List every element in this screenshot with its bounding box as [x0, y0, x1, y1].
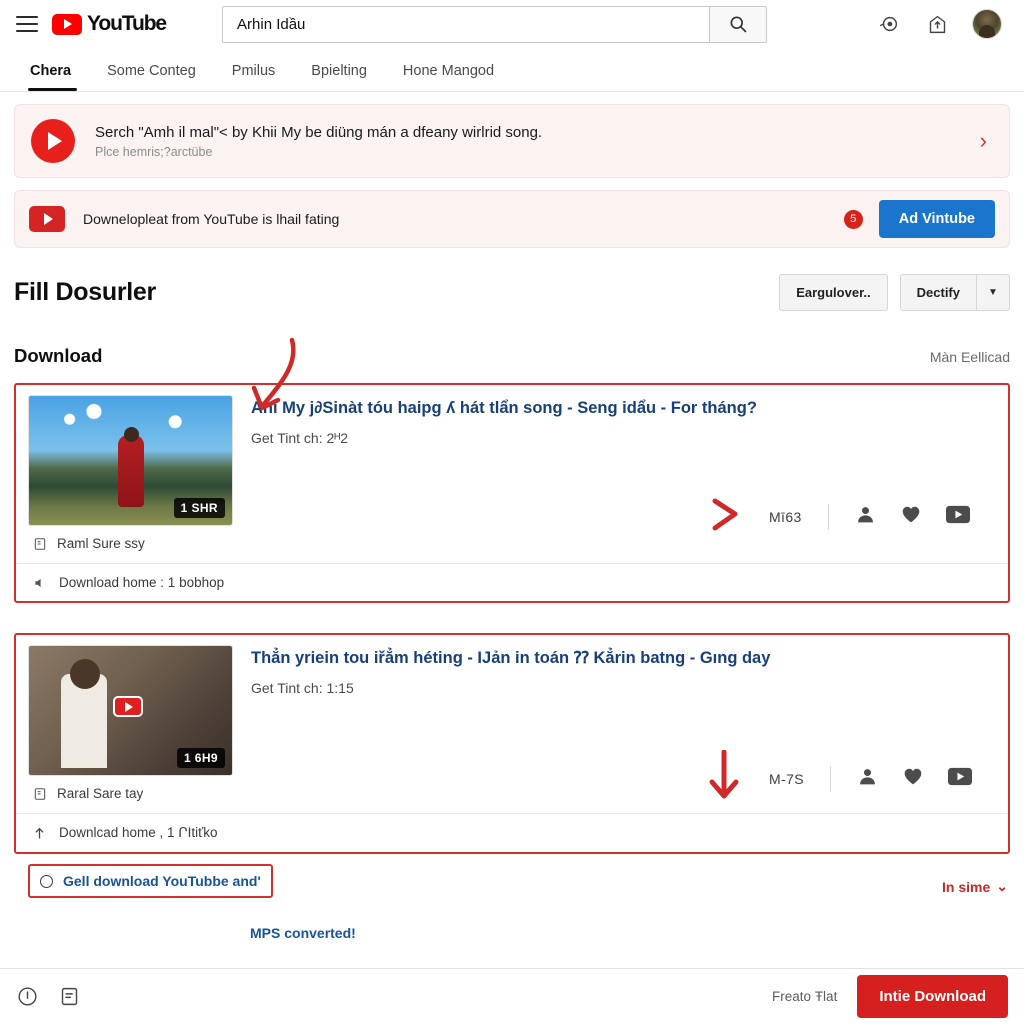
card-1-code: Mī63 [769, 508, 802, 525]
video-thumbnail[interactable]: 1 SHR [28, 395, 233, 526]
logo-text: YouTube [87, 12, 167, 35]
promo-banner-subtitle: Plce hemris;?arctübe [95, 144, 213, 159]
info-icon[interactable] [16, 986, 38, 1008]
footer-icons [16, 986, 80, 1008]
avatar[interactable] [972, 9, 1002, 39]
chevron-down-icon[interactable]: ▼ [976, 274, 1010, 311]
arrow-down-icon [705, 749, 743, 807]
card-2-actions: M-7S [705, 749, 973, 807]
divider [830, 765, 832, 792]
promo-banner-text: Serch "Amh il mal"< by Khii My be diüng … [95, 124, 980, 159]
tab-hone-mangod[interactable]: Hone Mangod [385, 63, 512, 91]
video-card-2[interactable]: 1 6H9 Thẳn yriein tou iřẳm héting - IJản… [14, 633, 1010, 854]
top-header: YouTube Arhin Idầu [0, 0, 1024, 48]
footer-note: Freato Ŧlat [772, 989, 838, 1004]
card-1-actions: Mī63 [705, 493, 970, 540]
youtube-logo[interactable]: YouTube [52, 12, 167, 36]
download-label: Download [14, 345, 103, 366]
note-icon[interactable] [58, 986, 80, 1008]
record-icon[interactable] [876, 11, 902, 37]
promo-banner[interactable]: Serch "Amh il mal"< by Khii My be diüng … [14, 104, 1010, 178]
youtube-icon[interactable] [948, 767, 973, 791]
page-title: Fill Dosurler [14, 278, 156, 306]
video-title[interactable]: Thẳn yriein tou iřẳm héting - IJản in to… [251, 647, 986, 670]
video-subtitle: Get Tint ch: 1:15 [251, 680, 354, 697]
radio-unchecked-icon[interactable] [40, 874, 53, 888]
video-meta-label: Raml Sure ssy [57, 536, 145, 551]
tab-chera[interactable]: Chera [16, 63, 89, 91]
card-1-action-icons [855, 504, 970, 530]
play-overlay-icon[interactable] [113, 696, 143, 717]
mp3-convert-label-rest: MPS converted! [250, 925, 356, 941]
dectify-button[interactable]: Dectify [899, 274, 976, 311]
youtube-icon[interactable] [945, 505, 970, 529]
person-icon[interactable] [855, 504, 876, 530]
tab-some-conteg[interactable]: Some Conteg [89, 63, 214, 91]
divider [827, 503, 829, 530]
video-foot-row: Download home : 1 bobhop [16, 563, 1008, 601]
video-foot-label: Download home : 1 bobhop [59, 575, 225, 590]
search-input[interactable]: Arhin Idầu [222, 5, 710, 43]
header-actions [876, 9, 1008, 39]
heart-icon[interactable] [902, 766, 924, 792]
in-sime-label: In sime [942, 878, 991, 895]
download-section-row: Download Màn Eellicad [14, 345, 1010, 367]
ad-banner: Downelopleat from YouTube is lhail fatin… [14, 190, 1010, 248]
mp3-convert-label[interactable]: Gell download YouTubbe and' [63, 873, 261, 889]
ad-badge: 5 [843, 209, 863, 229]
video-meta-label: Raral Sare tay [57, 786, 144, 801]
file-icon [32, 786, 47, 801]
in-sime-link[interactable]: In sime ⌄ [942, 878, 1008, 895]
section-header-actions: Eargulover.. Dectify ▼ [779, 274, 1010, 311]
intie-download-button[interactable]: Intie Download [857, 975, 1008, 1018]
mp3-convert-option[interactable]: Gell download YouTubbe and' [28, 864, 273, 898]
eargulover-button[interactable]: Eargulover.. [779, 274, 888, 311]
search-icon [730, 16, 747, 33]
person-icon[interactable] [857, 766, 878, 792]
video-thumbnail[interactable]: 1 6H9 [28, 645, 233, 776]
tab-pmilus[interactable]: Pmilus [214, 63, 294, 91]
duration-badge: 1 SHR [173, 498, 225, 518]
youtube-logo-icon [52, 13, 82, 35]
dectify-split-button: Dectify ▼ [899, 274, 1010, 311]
search-button[interactable] [709, 5, 768, 43]
play-circle-icon [31, 119, 75, 163]
video-foot-row: Downlcad home , 1 ՐItiťko [16, 813, 1008, 852]
speaker-icon [32, 575, 47, 590]
heart-icon[interactable] [900, 504, 922, 530]
card-2-action-icons [857, 766, 973, 792]
app-root: YouTube Arhin Idầu Chera Some Conteg Pmi… [0, 0, 1024, 1024]
video-foot-label: Downlcad home , 1 ՐItiťko [59, 825, 218, 840]
ad-vintube-button[interactable]: Ad Vintube [878, 200, 995, 238]
nav-tabs: Chera Some Conteg Pmilus Bpielting Hone … [0, 48, 1024, 92]
search-bar: Arhin Idầu [222, 5, 768, 43]
promo-banner-title: Serch "Amh il mal"< by Khii My be diüng … [95, 123, 543, 141]
man-eellicad-link[interactable]: Màn Eellicad [930, 349, 1010, 365]
duration-badge: 1 6H9 [176, 748, 225, 768]
tab-bpielting[interactable]: Bpielting [293, 63, 385, 91]
chevron-down-icon: ⌄ [996, 878, 1008, 894]
youtube-icon [29, 206, 65, 232]
file-icon [32, 536, 47, 551]
arrow-right-icon [705, 493, 743, 540]
ad-banner-text: Downelopleat from YouTube is lhail fatin… [83, 211, 340, 227]
arrow-up-icon [32, 826, 47, 841]
footer-actions: Freato Ŧlat Intie Download [772, 975, 1008, 1018]
section-header: Fill Dosurler Eargulover.. Dectify ▼ [14, 274, 1010, 311]
chevron-right-icon[interactable]: › [980, 128, 993, 154]
upload-icon[interactable] [924, 11, 950, 37]
card-2-code: M-7S [769, 770, 805, 787]
footer-bar: Freato Ŧlat Intie Download [0, 968, 1024, 1024]
video-title[interactable]: Ani My j∂Sinàt tóu haipg ʎ hát tlẩn song… [251, 397, 986, 420]
hamburger-icon[interactable] [16, 16, 38, 32]
video-subtitle: Get Tint ch: 2ᴴ2 [251, 430, 349, 447]
